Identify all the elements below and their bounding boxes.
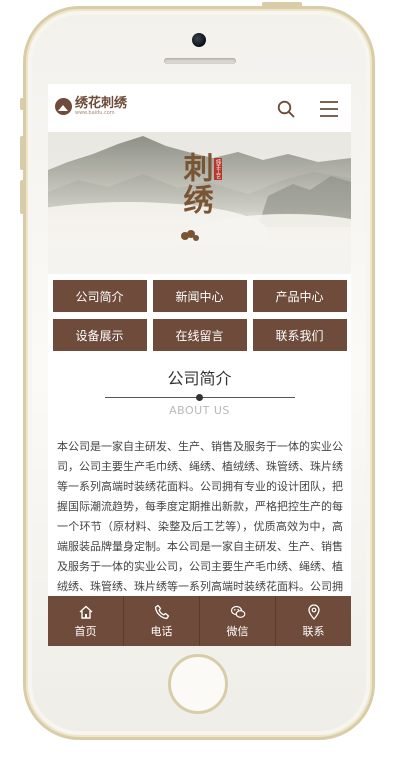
wechat-icon [230,605,245,618]
tab-contact[interactable]: 联系 [276,596,351,646]
section-subtitle: ABOUT US [169,404,230,417]
phone-speaker [164,58,236,64]
site-header: 绣花刺绣 www.baidu.com [48,84,351,132]
logo-mark-icon [55,98,72,115]
bottom-tab-bar: 首页 电话 微信 联系 [48,596,351,646]
phone-screen: 绣花刺绣 www.baidu.com 刺绣 纯手工艺 公司简介 新闻中心 产品中… [48,84,351,646]
tab-home[interactable]: 首页 [48,596,124,646]
section-title: 公司简介 [167,369,232,388]
tab-phone-label: 电话 [150,624,173,638]
tab-home-label: 首页 [74,624,97,638]
phone-icon [154,604,169,619]
phone-volume-up [20,136,25,170]
logo-name: 绣花刺绣 [75,96,128,111]
nav-news-center[interactable]: 新闻中心 [152,280,247,312]
phone-power-button [262,2,302,7]
nav-product-center[interactable]: 产品中心 [252,280,347,312]
nav-online-message[interactable]: 在线留言 [152,319,247,351]
quick-nav: 公司简介 新闻中心 产品中心 设备展示 在线留言 联系我们 [48,274,351,351]
home-icon [79,605,92,619]
tab-wechat[interactable]: 微信 [200,596,276,646]
tab-phone[interactable]: 电话 [124,596,200,646]
tab-wechat-label: 微信 [226,624,249,638]
menu-icon[interactable] [319,100,339,118]
hero-banner[interactable]: 刺绣 纯手工艺 [48,132,351,274]
phone-mute-switch [20,98,25,110]
logo-url: www.baidu.com [75,110,115,116]
section-divider [104,392,295,402]
location-icon [307,603,320,620]
banner-title: 刺绣 [177,152,213,216]
phone-camera [192,33,206,47]
nav-equipment[interactable]: 设备展示 [52,319,147,351]
about-section-header: 公司简介 ABOUT US [48,365,351,417]
tab-contact-label: 联系 [302,624,325,638]
nav-company-intro[interactable]: 公司简介 [52,280,147,312]
banner-seal: 纯手工艺 [214,158,222,180]
nav-contact-us[interactable]: 联系我们 [252,319,347,351]
phone-home-button[interactable] [168,654,228,714]
search-icon[interactable] [277,100,295,118]
phone-volume-down [20,180,25,214]
site-logo[interactable]: 绣花刺绣 www.baidu.com [55,97,127,116]
